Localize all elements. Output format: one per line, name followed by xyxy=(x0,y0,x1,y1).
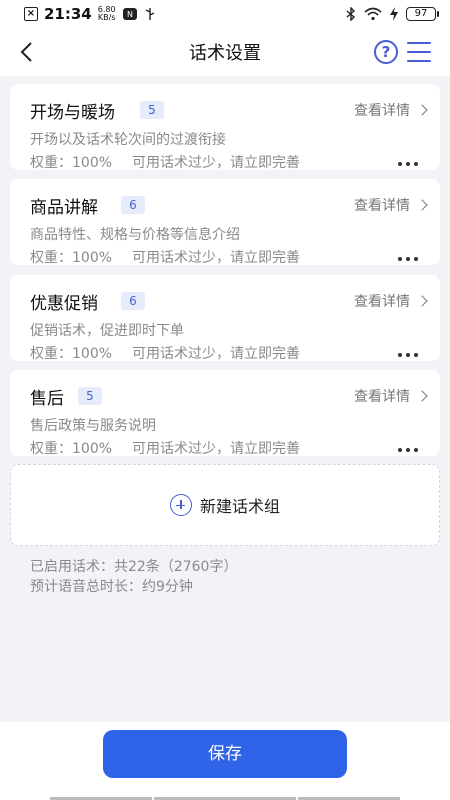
card-warning: 可用话术过少，请立即完善 xyxy=(132,346,301,362)
status-time: 21:34 xyxy=(44,5,92,23)
card-title: 售后 xyxy=(30,389,64,409)
card-weight: 权重：100% xyxy=(30,250,113,266)
count-badge: 6 xyxy=(121,196,145,214)
view-details-label: 查看详情 xyxy=(354,294,410,310)
back-arrow-icon[interactable] xyxy=(14,38,40,66)
chevron-right-icon xyxy=(416,199,428,211)
chevron-right-icon xyxy=(416,295,428,307)
battery-icon: 97 xyxy=(406,7,439,21)
script-group-card[interactable]: 售后 5 查看详情 售后政策与服务说明 权重：100% 可用话术过少，请立即完善 xyxy=(10,370,440,457)
more-options-icon[interactable] xyxy=(398,353,418,357)
card-title: 开场与暖场 xyxy=(30,103,115,123)
wifi-icon xyxy=(364,7,382,21)
card-weight: 权重：100% xyxy=(30,155,113,171)
more-options-icon[interactable] xyxy=(398,448,418,452)
bottom-bar: 保存 xyxy=(0,722,450,800)
view-details-label: 查看详情 xyxy=(354,198,410,214)
card-title: 优惠促销 xyxy=(30,294,98,314)
view-details-link[interactable]: 查看详情 xyxy=(354,100,428,120)
charging-icon xyxy=(390,7,398,21)
card-description: 商品特性、规格与价格等信息介绍 xyxy=(30,227,240,243)
usb-icon xyxy=(145,8,154,20)
script-group-card[interactable]: 开场与暖场 5 查看详情 开场以及话术轮次间的过渡衔接 权重：100% 可用话术… xyxy=(10,84,440,171)
count-badge: 5 xyxy=(140,101,164,119)
status-bar: × 21:34 6.80 KB/s N 97 xyxy=(0,0,450,28)
bluetooth-icon xyxy=(346,7,356,21)
card-warning: 可用话术过少，请立即完善 xyxy=(132,155,301,171)
card-title: 商品讲解 xyxy=(30,198,98,218)
view-details-label: 查看详情 xyxy=(354,103,410,119)
menu-icon[interactable] xyxy=(407,42,431,62)
script-group-card[interactable]: 优惠促销 6 查看详情 促销话术，促进即时下单 权重：100% 可用话术过少，请… xyxy=(10,275,440,362)
help-icon[interactable]: ? xyxy=(374,40,398,64)
more-options-icon[interactable] xyxy=(398,257,418,261)
new-group-button[interactable]: 新建话术组 xyxy=(10,464,440,546)
new-group-label: 新建话术组 xyxy=(199,497,280,516)
svg-text:N: N xyxy=(127,10,133,19)
view-details-label: 查看详情 xyxy=(354,389,410,405)
count-badge: 6 xyxy=(121,292,145,310)
chevron-right-icon xyxy=(416,390,428,402)
chevron-right-icon xyxy=(416,104,428,116)
save-button[interactable]: 保存 xyxy=(103,730,347,778)
enabled-scripts-summary: 已启用话术：共22条（2760字） xyxy=(30,559,238,575)
nfc-icon: N xyxy=(122,8,137,20)
network-speed-unit: KB/s xyxy=(97,13,116,22)
estimated-duration: 预计语音总时长：约9分钟 xyxy=(30,579,193,595)
nav-bar: 话术设置 ? xyxy=(0,28,450,76)
network-speed: 6.80 KB/s xyxy=(98,6,116,22)
view-details-link[interactable]: 查看详情 xyxy=(354,386,428,406)
view-details-link[interactable]: 查看详情 xyxy=(354,291,428,311)
close-notification-icon: × xyxy=(24,7,38,21)
page-title: 话术设置 xyxy=(189,43,261,64)
card-description: 售后政策与服务说明 xyxy=(30,418,156,434)
plus-circle-icon xyxy=(169,494,192,516)
card-warning: 可用话术过少，请立即完善 xyxy=(132,441,301,457)
view-details-link[interactable]: 查看详情 xyxy=(354,195,428,215)
card-warning: 可用话术过少，请立即完善 xyxy=(132,250,301,266)
card-weight: 权重：100% xyxy=(30,346,113,362)
more-options-icon[interactable] xyxy=(398,162,418,166)
card-description: 促销话术，促进即时下单 xyxy=(30,323,184,339)
card-weight: 权重：100% xyxy=(30,441,113,457)
script-group-card[interactable]: 商品讲解 6 查看详情 商品特性、规格与价格等信息介绍 权重：100% 可用话术… xyxy=(10,179,440,266)
card-description: 开场以及话术轮次间的过渡衔接 xyxy=(30,132,226,148)
count-badge: 5 xyxy=(78,387,102,405)
